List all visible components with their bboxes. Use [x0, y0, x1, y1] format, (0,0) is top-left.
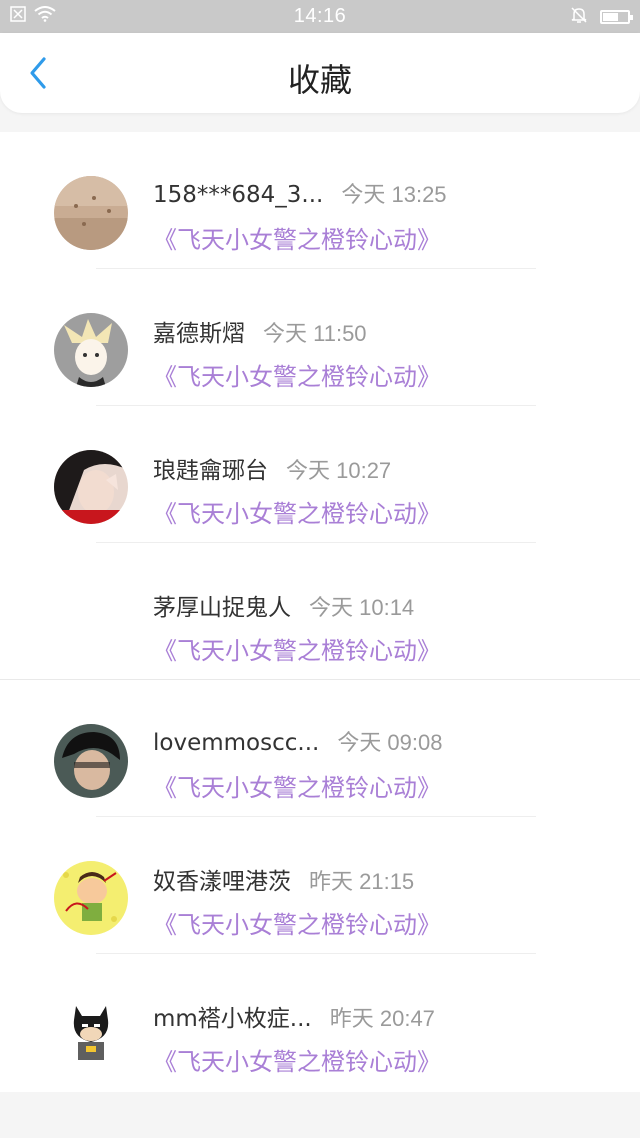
list-item[interactable]: lovemmoscc... 今天 09:08 《飞天小女警之橙铃心动》	[0, 680, 640, 817]
list-item[interactable]: 158***684_3... 今天 13:25 《飞天小女警之橙铃心动》	[0, 132, 640, 269]
work-title-link[interactable]: 《飞天小女警之橙铃心动》	[153, 357, 441, 392]
username[interactable]: 茅厚山捉鬼人	[153, 588, 291, 622]
username[interactable]: 158***684_3...	[153, 182, 323, 208]
favorites-list: 158***684_3... 今天 13:25 《飞天小女警之橙铃心动》 嘉德斯…	[0, 132, 640, 1092]
work-title-link[interactable]: 《飞天小女警之橙铃心动》	[153, 905, 441, 940]
work-title-link[interactable]: 《飞天小女警之橙铃心动》	[153, 494, 441, 529]
username[interactable]: 嘉德斯熠	[153, 314, 245, 348]
status-time: 14:16	[293, 5, 347, 27]
username[interactable]: lovemmoscc...	[153, 730, 319, 756]
username[interactable]: 琅韪龠琊台	[153, 451, 268, 485]
avatar[interactable]	[54, 998, 128, 1072]
work-title-link[interactable]: 《飞天小女警之橙铃心动》	[153, 220, 441, 255]
avatar[interactable]	[54, 724, 128, 798]
list-item[interactable]: 奴香漾哩港茨 昨天 21:15 《飞天小女警之橙铃心动》	[0, 817, 640, 954]
battery-icon	[600, 10, 633, 24]
page-title: 收藏	[287, 61, 352, 99]
username[interactable]: 奴香漾哩港茨	[153, 862, 291, 896]
timestamp: 今天 10:14	[309, 595, 415, 620]
list-item[interactable]: 嘉德斯熠 今天 11:50 《飞天小女警之橙铃心动》	[0, 269, 640, 406]
avatar[interactable]	[54, 313, 128, 387]
work-title-link[interactable]: 《飞天小女警之橙铃心动》	[153, 631, 441, 666]
timestamp: 今天 13:25	[341, 182, 447, 207]
timestamp: 今天 10:27	[286, 458, 392, 483]
avatar[interactable]	[54, 861, 128, 935]
timestamp: 昨天 20:47	[329, 1006, 435, 1031]
list-item[interactable]: mm褡小枚症... 昨天 20:47 《飞天小女警之橙铃心动》	[0, 954, 640, 1091]
nav-bar: 收藏	[0, 33, 640, 113]
list-item[interactable]: 茅厚山捉鬼人 今天 10:14 《飞天小女警之橙铃心动》	[0, 543, 640, 680]
timestamp: 今天 09:08	[337, 730, 443, 755]
mute-bell-icon	[570, 6, 588, 28]
list-item[interactable]: 琅韪龠琊台 今天 10:27 《飞天小女警之橙铃心动》	[0, 406, 640, 543]
timestamp: 今天 11:50	[263, 321, 367, 346]
work-title-link[interactable]: 《飞天小女警之橙铃心动》	[153, 768, 441, 803]
timestamp: 昨天 21:15	[309, 869, 415, 894]
work-title-link[interactable]: 《飞天小女警之橙铃心动》	[153, 1042, 441, 1077]
avatar[interactable]	[54, 450, 128, 524]
username[interactable]: mm褡小枚症...	[153, 999, 312, 1033]
status-bar: 14:16	[0, 0, 640, 33]
avatar[interactable]	[54, 176, 128, 250]
avatar[interactable]	[54, 587, 128, 661]
